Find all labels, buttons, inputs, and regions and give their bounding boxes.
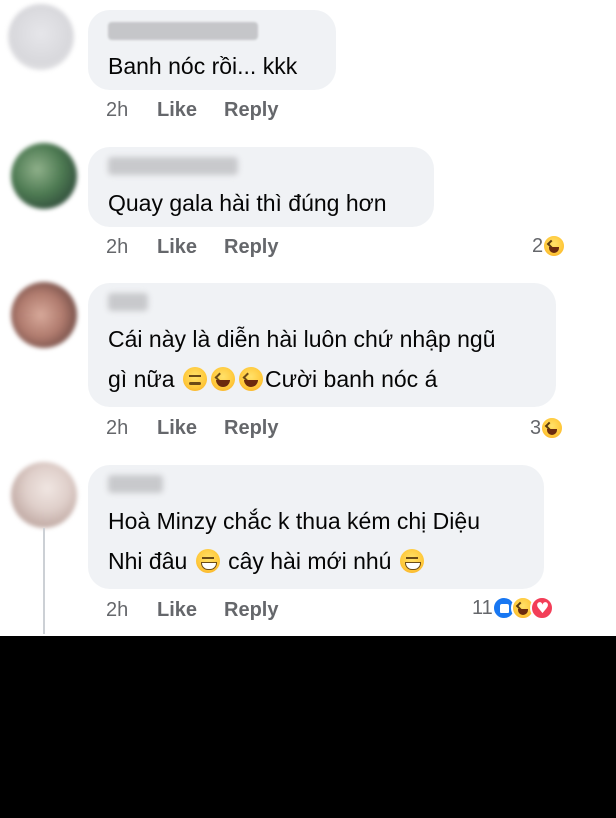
expressionless-emoji-icon: [182, 367, 207, 391]
haha-reaction-icon: [540, 416, 565, 440]
comment-text-line: cây hài mới nhú: [228, 548, 392, 574]
comment-bubble: Cái này là diễn hài luôn chứ nhập ngũ gì…: [88, 283, 556, 407]
reaction-summary[interactable]: 11: [472, 596, 554, 620]
comment-section: Banh nóc rồi... kkk 2h Like Reply Quay gal…: [0, 0, 616, 636]
sweat-smile-emoji-icon: [399, 549, 424, 573]
comment-bubble: Quay gala hài thì đúng hơn: [88, 147, 434, 227]
commenter-avatar[interactable]: [11, 143, 77, 209]
comment-text-line: Cái này là diễn hài luôn chứ nhập ngũ: [108, 326, 496, 352]
commenter-avatar[interactable]: [8, 4, 74, 70]
reply-button[interactable]: Reply: [224, 599, 278, 622]
reply-button[interactable]: Reply: [224, 99, 278, 122]
comment-bubble: Banh nóc rồi... kkk: [88, 10, 336, 90]
comment-timestamp[interactable]: 2h: [106, 236, 157, 259]
comment-text-line: gì nữa: [108, 366, 175, 392]
reaction-count: 11: [472, 596, 493, 619]
comment-text: Quay gala hài thì đúng hơn: [108, 190, 387, 216]
comment-timestamp[interactable]: 2h: [106, 417, 157, 440]
commenter-avatar[interactable]: [11, 282, 77, 348]
comment-text-line: Nhi đâu: [108, 548, 188, 574]
haha-reaction-icon: [542, 234, 567, 258]
comment-text: Cái này là diễn hài luôn chứ nhập ngũ gì…: [108, 319, 496, 399]
sweat-smile-emoji-icon: [195, 549, 220, 573]
commenter-name-redacted[interactable]: [108, 475, 163, 493]
like-button[interactable]: Like: [157, 236, 224, 259]
black-bottom-area: [0, 636, 616, 818]
comment-text-line: Hoà Minzy chắc k thua kém chị Diệu: [108, 508, 480, 534]
comment-text-line: Cười banh nóc á: [264, 366, 438, 392]
commenter-name-redacted[interactable]: [108, 293, 148, 311]
comment-text: Banh nóc rồi... kkk: [108, 53, 298, 79]
comment-text: Hoà Minzy chắc k thua kém chị Diệu Nhi đ…: [108, 501, 480, 581]
like-button[interactable]: Like: [157, 417, 224, 440]
comment-bubble: Hoà Minzy chắc k thua kém chị Diệu Nhi đ…: [88, 465, 544, 589]
reaction-summary[interactable]: 2: [532, 234, 567, 258]
comment-actions: 2h Like Reply: [106, 99, 278, 122]
like-button[interactable]: Like: [157, 99, 224, 122]
comment-thread-screenshot: Banh nóc rồi... kkk 2h Like Reply Quay gal…: [0, 0, 616, 818]
tears-of-joy-emoji-icon: [238, 367, 263, 391]
thread-connector-line: [43, 528, 45, 634]
comment-actions: 2h Like Reply: [106, 599, 278, 622]
like-button[interactable]: Like: [157, 599, 224, 622]
tears-of-joy-emoji-icon: [210, 367, 235, 391]
reaction-summary[interactable]: 3: [530, 416, 565, 440]
comment-actions: 2h Like Reply: [106, 417, 278, 440]
commenter-avatar[interactable]: [11, 462, 77, 528]
reply-button[interactable]: Reply: [224, 236, 278, 259]
love-reaction-icon: [529, 596, 554, 620]
reply-button[interactable]: Reply: [224, 417, 278, 440]
commenter-name-redacted[interactable]: [108, 22, 258, 40]
commenter-name-redacted[interactable]: [108, 157, 238, 175]
comment-actions: 2h Like Reply: [106, 236, 278, 259]
comment-timestamp[interactable]: 2h: [106, 599, 157, 622]
comment-timestamp[interactable]: 2h: [106, 99, 157, 122]
